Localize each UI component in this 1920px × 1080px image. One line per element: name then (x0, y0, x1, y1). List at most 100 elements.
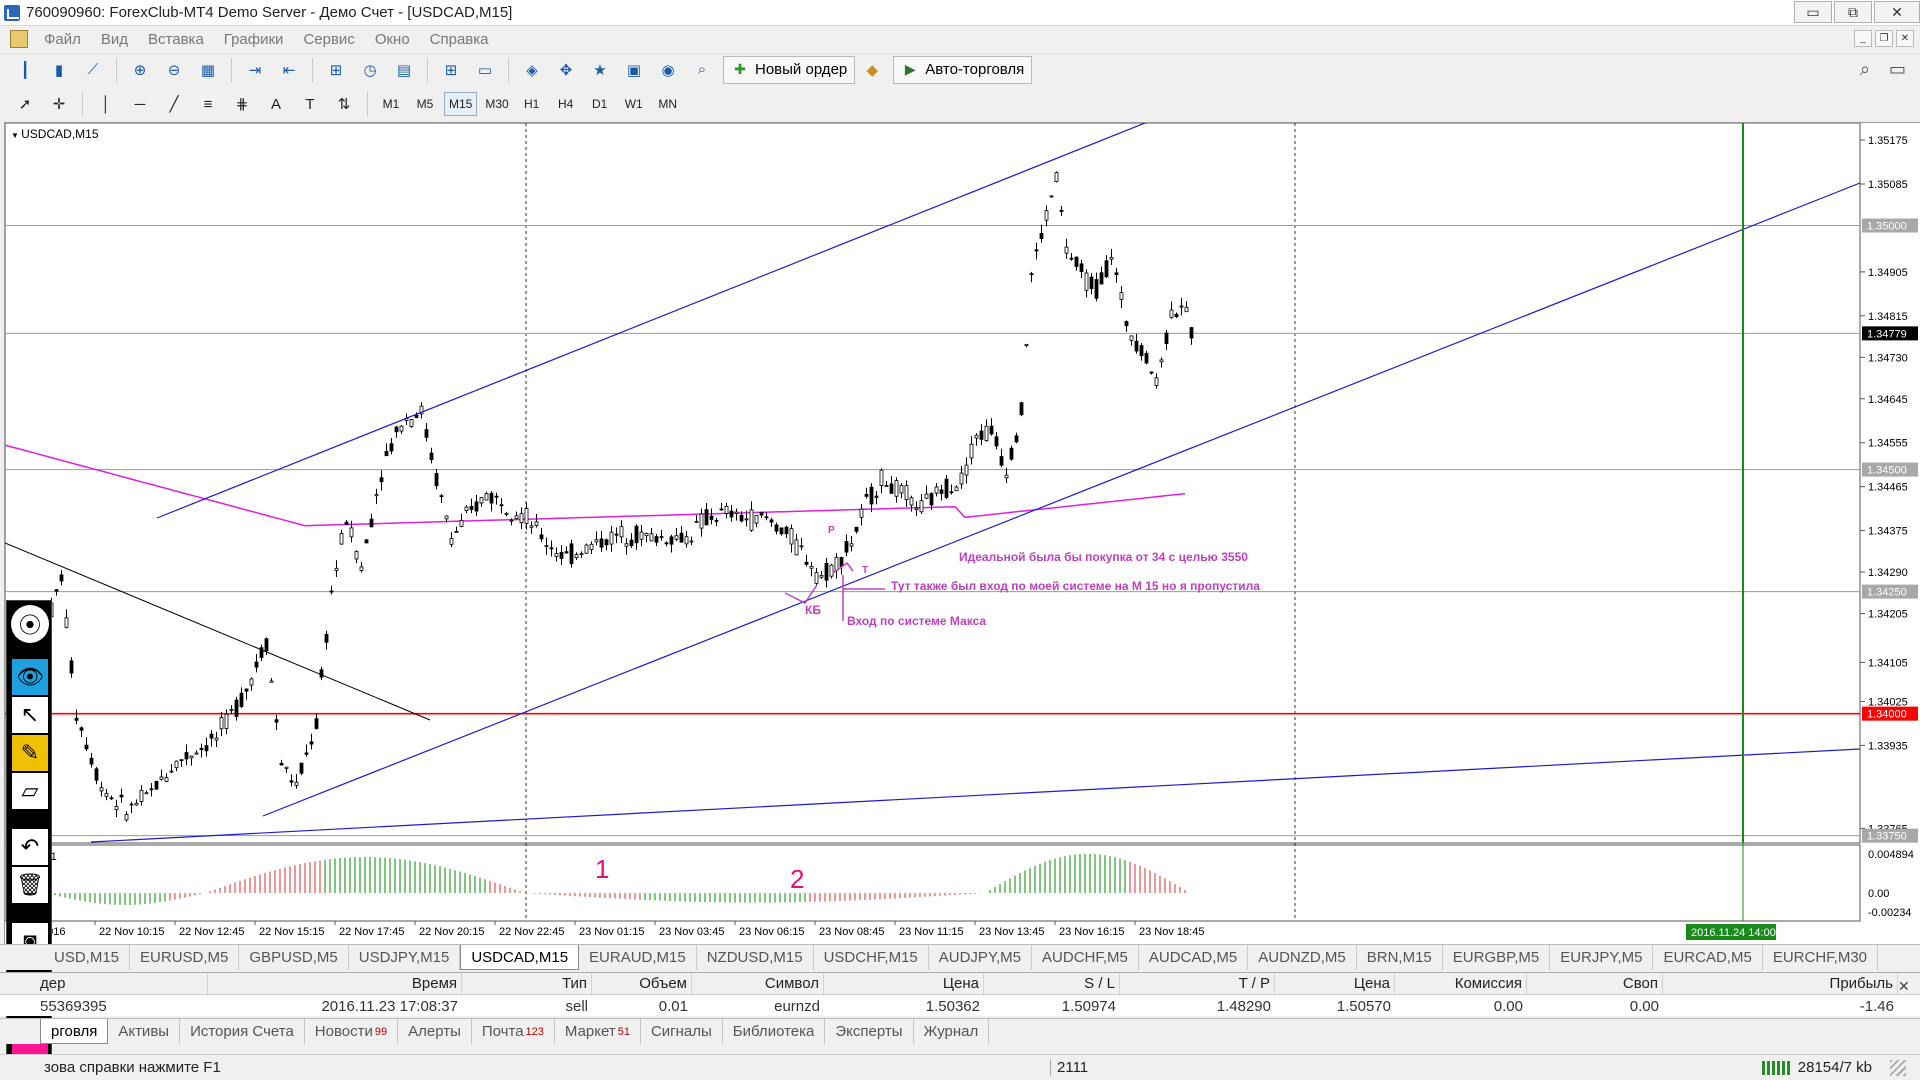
undo-icon[interactable]: ↶ (12, 829, 48, 865)
col-profit[interactable]: Прибыль (1663, 972, 1898, 995)
symbol-tab-usdjpy-m15[interactable]: USDJPY,M15 (349, 945, 461, 970)
autoscroll-icon[interactable]: ⇤ (277, 58, 301, 82)
strategy-tester-icon[interactable]: ⌕ (690, 58, 714, 82)
col-price[interactable]: Цена (824, 972, 984, 995)
new-order-button[interactable]: ✚ Новый ордер (723, 55, 856, 84)
price-chart[interactable]: Идеальной была бы покупка от 34 с целью … (4, 120, 1920, 945)
resize-grip-icon[interactable] (1890, 1059, 1906, 1076)
zoom-in-icon[interactable]: ⊕ (128, 58, 152, 82)
fibonacci-icon[interactable]: ⋕ (230, 92, 254, 116)
menu-insert[interactable]: Вставка (138, 31, 214, 48)
timeframe-mn[interactable]: MN (653, 92, 683, 116)
menu-charts[interactable]: Графики (214, 31, 294, 48)
col-symbol[interactable]: Символ (692, 972, 824, 995)
meta-editor-icon[interactable]: ◉ (656, 58, 680, 82)
annotation-ideal-buy[interactable]: Идеальной была бы покупка от 34 с целью … (959, 550, 1248, 564)
symbol-tab-usdchf-m15[interactable]: USDCHF,M15 (814, 945, 929, 970)
col-tp[interactable]: T / P (1120, 972, 1275, 995)
terminal-tab-8[interactable]: Библиотека (723, 1019, 826, 1044)
line-chart-icon[interactable]: ⟋ (81, 58, 105, 82)
eye-icon[interactable]: 👁 (12, 659, 48, 695)
terminal-tab-0[interactable]: рговля (40, 1019, 109, 1044)
annotation-entry-m15[interactable]: Тут также был вход по моей системе на М … (891, 579, 1260, 593)
symbol-tab-eurjpy-m5[interactable]: EURJPY,M5 (1550, 945, 1654, 970)
text-label-icon[interactable]: T (298, 92, 322, 116)
terminal-tab-5[interactable]: Почта 123 (472, 1019, 555, 1044)
pen-tool-logo-icon[interactable]: ⦿ (11, 605, 49, 643)
symbol-tab-eurusd-m5[interactable]: EURUSD,M5 (130, 945, 240, 970)
symbol-tab-audjpy-m5[interactable]: AUDJPY,M5 (929, 945, 1033, 970)
timeframe-m1[interactable]: M1 (376, 92, 406, 116)
terminal-tab-6[interactable]: Маркет 51 (555, 1019, 641, 1044)
new-chart-icon[interactable]: ⊞ (439, 58, 463, 82)
col-swap[interactable]: Своп (1527, 972, 1663, 995)
horizontal-line-icon[interactable]: ─ (128, 92, 152, 116)
symbol-tab-eurgbp-m5[interactable]: EURGBP,M5 (1443, 945, 1551, 970)
symbol-tab-nzdusd-m15[interactable]: NZDUSD,M15 (697, 945, 814, 970)
timeframe-d1[interactable]: D1 (585, 92, 615, 116)
symbol-tab-audnzd-m5[interactable]: AUDNZD,M5 (1248, 945, 1357, 970)
navigator-icon[interactable]: ✥ (554, 58, 578, 82)
annotation-t[interactable]: Т (862, 565, 868, 576)
channel-icon[interactable]: ≡ (196, 92, 220, 116)
annotation-num-2[interactable]: 2 (790, 864, 804, 894)
timeframe-m30[interactable]: M30 (481, 92, 512, 116)
chart-window[interactable]: Идеальной была бы покупка от 34 с целью … (4, 120, 1920, 945)
symbol-tab-eurcad-m5[interactable]: EURCAD,M5 (1653, 945, 1763, 970)
col-current-price[interactable]: Цена (1275, 972, 1395, 995)
profiles-icon[interactable]: ▭ (473, 58, 497, 82)
annotation-kb[interactable]: КБ (805, 603, 821, 617)
highlighter-icon[interactable]: ✎ (12, 735, 48, 771)
trendline-icon[interactable]: ╱ (162, 92, 186, 116)
search-icon[interactable]: ⌕ (1860, 59, 1870, 80)
close-button[interactable]: ✕ (1874, 1, 1920, 23)
table-row[interactable]: 55369395 2016.11.23 17:08:37 sell 0.01 e… (0, 995, 1920, 1017)
timeframe-w1[interactable]: W1 (619, 92, 649, 116)
menu-file[interactable]: Файл (34, 31, 91, 48)
terminal-tab-2[interactable]: История Счета (180, 1019, 305, 1044)
col-commission[interactable]: Комиссия (1395, 972, 1527, 995)
favorites-icon[interactable]: ★ (588, 58, 612, 82)
zoom-out-icon[interactable]: ⊖ (162, 58, 186, 82)
symbol-tab-audcad-m5[interactable]: AUDCAD,M5 (1139, 945, 1249, 970)
timeframe-h1[interactable]: H1 (517, 92, 547, 116)
col-volume[interactable]: Объем (592, 972, 692, 995)
mdi-minimize-icon[interactable]: _ (1854, 30, 1872, 47)
restore-button[interactable]: ⧉ (1834, 1, 1872, 23)
menu-view[interactable]: Вид (91, 31, 138, 48)
menu-help[interactable]: Справка (420, 31, 499, 48)
annotation-num-1[interactable]: 1 (595, 854, 609, 884)
market-icon[interactable]: ◆ (860, 58, 884, 82)
templates-icon[interactable]: ▤ (392, 58, 416, 82)
chart-shift-icon[interactable]: ⇥ (243, 58, 267, 82)
terminal-close-icon[interactable]: ✕ (1898, 978, 1910, 995)
long-support-line[interactable] (90, 748, 1861, 843)
crosshair-icon[interactable]: ✛ (47, 92, 71, 116)
symbol-tab-brn-m15[interactable]: BRN,M15 (1357, 945, 1443, 970)
timeframe-h4[interactable]: H4 (551, 92, 581, 116)
terminal-icon[interactable]: ▣ (622, 58, 646, 82)
col-time[interactable]: Время (208, 972, 462, 995)
arrows-icon[interactable]: ⇅ (332, 92, 356, 116)
candlestick-icon[interactable]: ▮ (47, 58, 71, 82)
text-icon[interactable]: A (264, 92, 288, 116)
col-sl[interactable]: S / L (984, 972, 1120, 995)
bar-chart-icon[interactable]: ┃ (13, 58, 37, 82)
terminal-tab-7[interactable]: Сигналы (641, 1019, 723, 1044)
annotation-p[interactable]: Р (828, 525, 835, 536)
symbol-tab-usdcad-m15[interactable]: USDCAD,M15 (460, 945, 580, 970)
terminal-tab-10[interactable]: Журнал (914, 1019, 990, 1044)
symbol-tab-gbpusd-m5[interactable]: GBPUSD,M5 (239, 945, 349, 970)
col-type[interactable]: Тип (462, 972, 592, 995)
mdi-close-icon[interactable]: ✕ (1896, 30, 1914, 47)
periods-icon[interactable]: ◷ (358, 58, 382, 82)
pointer-icon[interactable]: ↖ (12, 697, 48, 733)
terminal-tab-4[interactable]: Алерты (398, 1019, 472, 1044)
mdi-restore-icon[interactable]: ❐ (1875, 30, 1893, 47)
timeframe-m15[interactable]: M15 (444, 92, 478, 116)
tile-windows-icon[interactable]: ▦ (196, 58, 220, 82)
symbol-tab-usd-m15[interactable]: USD,M15 (44, 945, 131, 970)
vertical-line-icon[interactable]: │ (94, 92, 118, 116)
symbol-tab-eurchf-m30[interactable]: EURCHF,M30 (1763, 945, 1879, 970)
minimize-button[interactable]: ▭ (1794, 1, 1832, 23)
